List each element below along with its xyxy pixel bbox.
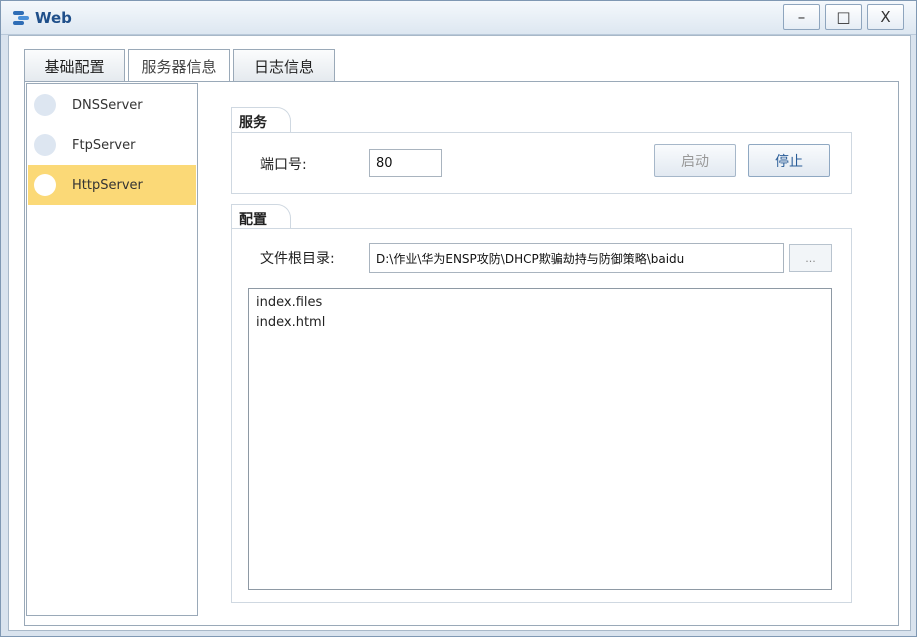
service-group-title: 服务 [239,115,267,131]
start-button-label: 启动 [681,153,709,170]
stop-button-label: 停止 [775,153,803,170]
service-group-tab: 服务 [231,107,291,133]
config-group-tab: 配置 [231,204,291,230]
server-list[interactable]: DNSServer FtpServer HttpServer [26,83,198,616]
browse-button[interactable]: ... [789,244,832,272]
stop-button[interactable]: 停止 [748,144,830,177]
config-group: 文件根目录: D:\作业\华为ENSP攻防\DHCP欺骗劫持与防御策略\baid… [231,228,852,603]
service-group: 端口号: 80 启动 停止 [231,132,852,194]
maximize-icon: □ [836,8,851,26]
tab-server-info[interactable]: 服务器信息 [128,49,230,83]
list-item[interactable]: index.html [256,313,824,333]
close-button[interactable]: X [867,4,904,30]
maximize-button[interactable]: □ [825,4,862,30]
root-dir-input[interactable]: D:\作业\华为ENSP攻防\DHCP欺骗劫持与防御策略\baidu [369,243,784,273]
app-icon [13,11,29,25]
tab-log-info[interactable]: 日志信息 [233,49,335,82]
start-button[interactable]: 启动 [654,144,736,177]
server-item-http[interactable]: HttpServer [28,165,196,205]
port-input[interactable]: 80 [369,149,442,177]
close-icon: X [880,8,891,26]
server-status-icon [34,94,56,116]
browse-icon: ... [805,251,816,265]
list-item[interactable]: index.files [256,293,824,313]
tab-label: 日志信息 [253,57,314,76]
config-group-title: 配置 [239,212,267,228]
port-label: 端口号: [260,157,307,173]
server-label: FtpServer [72,137,136,153]
title-bar[interactable]: Web – □ X [1,1,916,35]
main-content: 基础配置 服务器信息 日志信息 DNSServer FtpServer Http… [8,35,911,631]
server-item-dns[interactable]: DNSServer [28,85,196,125]
tab-basic-config[interactable]: 基础配置 [24,49,125,82]
minimize-button[interactable]: – [783,4,820,30]
server-item-ftp[interactable]: FtpServer [28,125,196,165]
minimize-icon: – [797,8,806,26]
server-status-icon [34,134,56,156]
file-list[interactable]: index.files index.html [248,288,832,590]
server-label: DNSServer [72,97,143,113]
root-dir-label: 文件根目录: [260,251,335,267]
server-label: HttpServer [72,177,143,193]
server-status-icon [34,174,56,196]
tab-label: 服务器信息 [141,58,217,76]
window-title: Web [35,9,72,27]
web-window: Web – □ X 基础配置 服务器信息 日志信息 DNSServer FtpS… [0,0,917,637]
server-info-panel: DNSServer FtpServer HttpServer 服务 端口号: 8… [24,81,899,626]
tab-label: 基础配置 [44,57,105,76]
